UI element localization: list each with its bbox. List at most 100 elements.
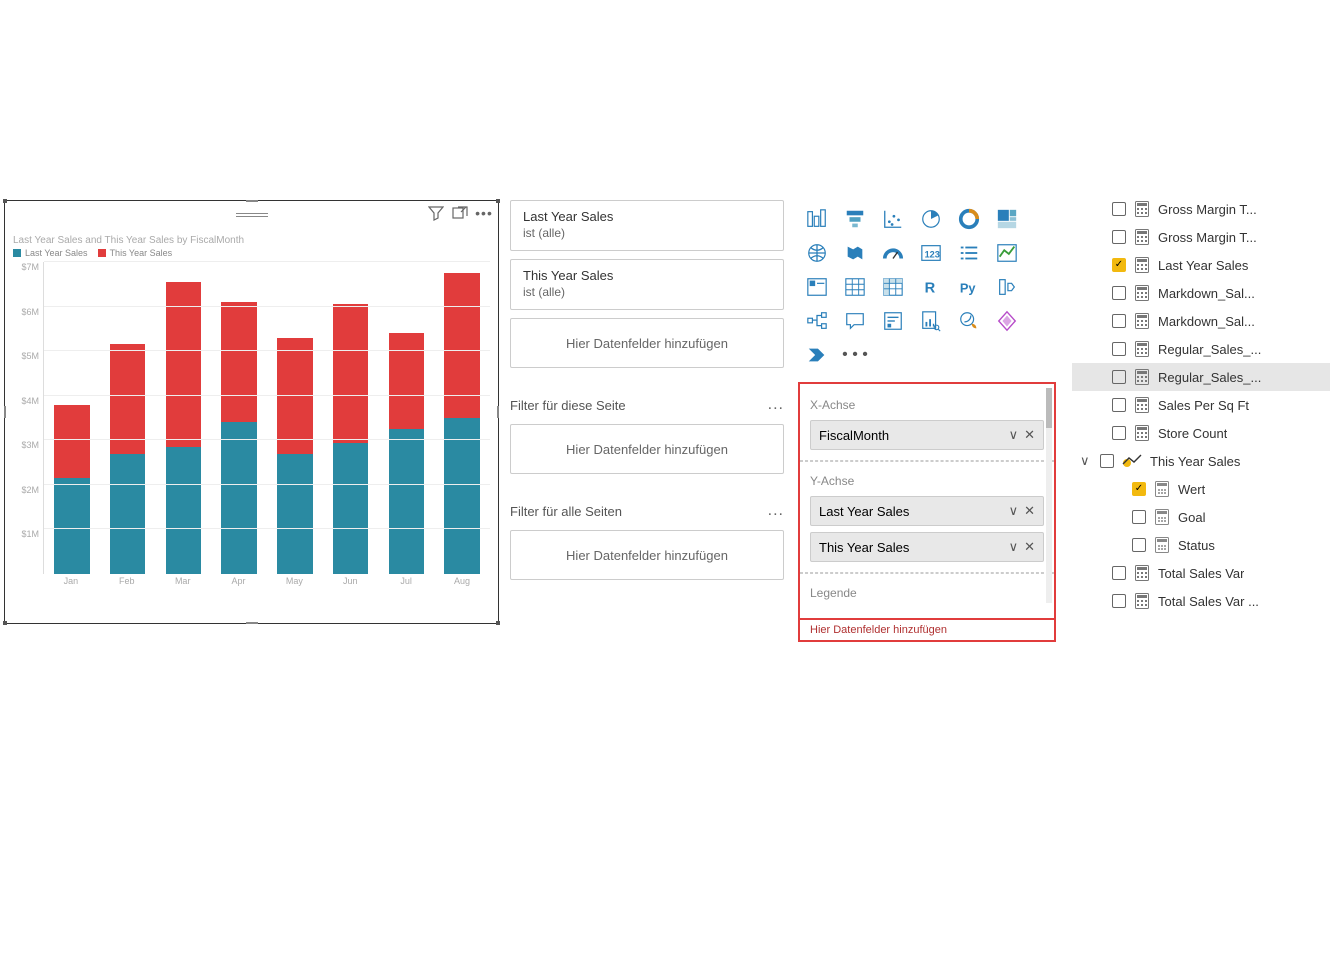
viz-slicer-icon[interactable] — [804, 274, 830, 300]
checkbox[interactable] — [1112, 258, 1126, 272]
viz-decomposition-icon[interactable] — [804, 308, 830, 334]
viz-kpi-icon[interactable] — [994, 240, 1020, 266]
viz-treemap-icon[interactable] — [994, 206, 1020, 232]
field-f11[interactable]: Total Sales Var ... — [1072, 587, 1330, 615]
viz-paginated-icon[interactable] — [918, 308, 944, 334]
field-f5[interactable]: Regular_Sales_... — [1072, 335, 1330, 363]
viz-matrix-icon[interactable] — [880, 274, 906, 300]
bar-jun[interactable] — [323, 262, 379, 574]
field-f2[interactable]: Last Year Sales — [1072, 251, 1330, 279]
close-icon[interactable]: ✕ — [1024, 427, 1035, 443]
resize-handle-br[interactable] — [496, 621, 500, 625]
chevron-down-icon[interactable]: ∨ — [1080, 453, 1092, 469]
focus-mode-icon[interactable] — [452, 205, 468, 221]
filter-subtitle: ist (alle) — [523, 226, 771, 240]
resize-handle-r[interactable] — [497, 406, 499, 418]
bar-mar[interactable] — [156, 262, 212, 574]
checkbox[interactable] — [1112, 594, 1126, 608]
checkbox[interactable] — [1132, 538, 1146, 552]
legend-label-1: Last Year Sales — [25, 248, 88, 258]
calculator-icon — [1134, 229, 1150, 245]
field-f9a[interactable]: Wert — [1072, 475, 1330, 503]
pill-thisyearsales[interactable]: This Year Sales ∨ ✕ — [810, 532, 1044, 562]
chevron-down-icon[interactable]: ∨ — [1009, 427, 1019, 443]
field-f8[interactable]: Store Count — [1072, 419, 1330, 447]
section-more-icon[interactable]: ... — [768, 396, 784, 414]
filter-card-thisyearsales[interactable]: This Year Sales ist (alle) — [510, 259, 784, 310]
filter-icon[interactable] — [428, 205, 444, 221]
checkbox[interactable] — [1100, 454, 1114, 468]
pill-fiscalmonth[interactable]: FiscalMonth ∨ ✕ — [810, 420, 1044, 450]
viz-card-icon[interactable]: 123 — [918, 240, 944, 266]
section-more-icon[interactable]: ... — [768, 502, 784, 520]
chevron-down-icon[interactable]: ∨ — [1009, 539, 1019, 555]
viz-powerapps-icon[interactable] — [994, 308, 1020, 334]
pill-lastyearsales[interactable]: Last Year Sales ∨ ✕ — [810, 496, 1044, 526]
drag-handle-icon[interactable] — [236, 213, 268, 217]
checkbox[interactable] — [1132, 482, 1146, 496]
close-icon[interactable]: ✕ — [1024, 539, 1035, 555]
page-filters-dropzone[interactable]: Hier Datenfelder hinzufügen — [510, 424, 784, 474]
calculator-icon — [1134, 425, 1150, 441]
viz-table-icon[interactable] — [842, 274, 868, 300]
bar-jan[interactable] — [44, 262, 100, 574]
checkbox[interactable] — [1112, 314, 1126, 328]
filter-title: This Year Sales — [523, 268, 771, 283]
viz-map-icon[interactable] — [804, 240, 830, 266]
viz-arcgis-icon[interactable] — [956, 308, 982, 334]
viz-scatter-icon[interactable] — [880, 206, 906, 232]
checkbox[interactable] — [1112, 370, 1126, 384]
filter-card-lastyearsales[interactable]: Last Year Sales ist (alle) — [510, 200, 784, 251]
bar-jul[interactable] — [379, 262, 435, 574]
viz-more-icon[interactable]: • • • — [842, 342, 868, 368]
checkbox[interactable] — [1112, 286, 1126, 300]
viz-funnel-icon[interactable] — [842, 206, 868, 232]
calculator-icon — [1134, 285, 1150, 301]
all-pages-filters-dropzone[interactable]: Hier Datenfelder hinzufügen — [510, 530, 784, 580]
visual-filters-dropzone[interactable]: Hier Datenfelder hinzufügen — [510, 318, 784, 368]
viz-r-icon[interactable]: R — [918, 274, 944, 300]
field-f9c[interactable]: Status — [1072, 531, 1330, 559]
checkbox[interactable] — [1112, 342, 1126, 356]
viz-python-icon[interactable]: Py — [956, 274, 982, 300]
checkbox[interactable] — [1112, 426, 1126, 440]
legend-swatch-red — [98, 249, 106, 257]
checkbox[interactable] — [1112, 566, 1126, 580]
bar-feb[interactable] — [100, 262, 156, 574]
wells-scrollbar[interactable] — [1046, 388, 1052, 603]
viz-qna-icon[interactable] — [842, 308, 868, 334]
field-label: Gross Margin T... — [1158, 202, 1257, 217]
bar-may[interactable] — [267, 262, 323, 574]
field-f9b[interactable]: Goal — [1072, 503, 1330, 531]
field-f6[interactable]: Regular_Sales_... — [1072, 363, 1330, 391]
field-f4[interactable]: Markdown_Sal... — [1072, 307, 1330, 335]
bar-apr[interactable] — [211, 262, 267, 574]
checkbox[interactable] — [1132, 510, 1146, 524]
chart-visual[interactable]: ••• Last Year Sales and This Year Sales … — [4, 200, 499, 624]
viz-filled-map-icon[interactable] — [842, 240, 868, 266]
viz-donut-icon[interactable] — [956, 206, 982, 232]
viz-key-influencers-icon[interactable] — [994, 274, 1020, 300]
field-f10[interactable]: Total Sales Var — [1072, 559, 1330, 587]
viz-waterfall-icon[interactable] — [804, 206, 830, 232]
field-f3[interactable]: Markdown_Sal... — [1072, 279, 1330, 307]
resize-handle-l[interactable] — [4, 406, 6, 418]
viz-pie-icon[interactable] — [918, 206, 944, 232]
viz-multirow-card-icon[interactable] — [956, 240, 982, 266]
viz-smart-narrative-icon[interactable] — [880, 308, 906, 334]
visual-more-icon[interactable]: ••• — [476, 205, 492, 221]
field-f9[interactable]: ∨This Year Sales — [1072, 447, 1330, 475]
viz-powerautomate-icon[interactable] — [804, 342, 830, 368]
chevron-down-icon[interactable]: ∨ — [1009, 503, 1019, 519]
resize-handle-bl[interactable] — [3, 621, 7, 625]
field-f1[interactable]: Gross Margin T... — [1072, 223, 1330, 251]
checkbox[interactable] — [1112, 202, 1126, 216]
field-f0[interactable]: Gross Margin T... — [1072, 195, 1330, 223]
checkbox[interactable] — [1112, 398, 1126, 412]
viz-gauge-icon[interactable] — [880, 240, 906, 266]
bar-aug[interactable] — [434, 262, 490, 574]
resize-handle-b[interactable] — [246, 622, 258, 624]
checkbox[interactable] — [1112, 230, 1126, 244]
close-icon[interactable]: ✕ — [1024, 503, 1035, 519]
field-f7[interactable]: Sales Per Sq Ft — [1072, 391, 1330, 419]
